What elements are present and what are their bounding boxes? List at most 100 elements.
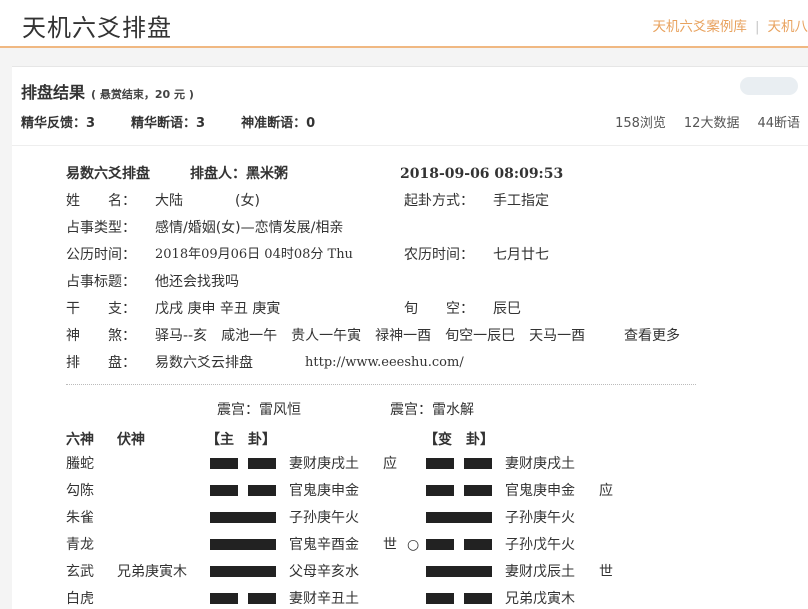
lunar-value: 七月廿七 [493,247,549,263]
col-fushen: 伏神 [117,429,145,449]
paipan-label: 排 盘： [66,355,136,371]
yin-line-right [464,485,492,496]
change-yao-text: 兄弟戊寅木 [505,591,575,607]
stat-feedback: 精华反馈：3 [21,116,95,131]
change-yao-bar [426,512,492,523]
change-yao-text: 子孙庚午火 [505,510,575,526]
name-label: 姓 名： [66,193,136,209]
result-title-text: 排盘结果 [21,83,85,102]
top-bar: 天机六爻排盘 天机六爻案例库 | 天机八 [0,0,808,48]
quality-stats: 精华反馈：3 精华断语：3 神准断语：0 [21,112,351,131]
yang-line [210,566,276,577]
main-yao-bar [210,485,276,496]
liushen-cell: 勾陈 [66,483,94,499]
change-yao-text: 妻财戊辰土 [505,564,575,580]
col-main-gua: 【主 卦】 [206,429,276,449]
yin-line-left [210,458,238,469]
shensha-more-link[interactable]: 查看更多 [624,328,680,344]
main-palace: 震宫：雷风恒 [217,402,301,418]
metric-comments[interactable]: 44断语 [757,116,800,131]
main-yao-bar [210,512,276,523]
stat-accurate: 神准断语：0 [241,116,315,131]
lunar-label: 农历时间： [404,247,474,263]
yang-line [426,512,492,523]
main-yao-text: 父母辛亥水 [289,564,359,580]
yin-line-left [426,539,454,550]
yin-line-right [248,458,276,469]
gender-value: (女) [235,193,260,209]
nav-separator: | [755,19,760,35]
main-yao-bar [210,458,276,469]
avatar[interactable] [740,77,798,95]
change-yao-bar [426,485,492,496]
result-title: 排盘结果 ( 悬赏结束，20 元 ) [21,79,194,103]
method-value: 手工指定 [493,193,549,209]
main-yao-text: 妻财庚戌土 [289,456,359,472]
method-label: 起卦方式： [404,193,474,209]
liushen-cell: 玄武 [66,564,94,580]
change-yao-bar [426,539,492,550]
main-yao-bar [210,539,276,550]
main-shi-ying: 世 [383,537,397,553]
site-title: 天机六爻排盘 [22,8,172,43]
liushen-cell: 白虎 [66,591,94,607]
yin-line-right [464,539,492,550]
main-yao-text: 子孙庚午火 [289,510,359,526]
topic-value: 感情/婚姻(女)—恋情发展/相亲 [155,220,343,236]
stat-essence: 精华断语：3 [131,116,205,131]
change-shi-ying: 世 [599,564,613,580]
yang-line [210,512,276,523]
yin-line-left [426,485,454,496]
yin-line-right [248,485,276,496]
ganzhi-value: 戊戌 庚申 辛丑 庚寅 [155,301,280,317]
name-value: 大陆 [155,193,183,209]
liushen-cell: 朱雀 [66,510,94,526]
yin-line-left [426,593,454,604]
change-yao-bar [426,458,492,469]
question-value: 他还会找我吗 [155,274,239,290]
solar-value: 2018年09月06日 04时08分 Thu [155,247,353,263]
yin-line-right [464,593,492,604]
col-liushen: 六神 [66,429,94,449]
ganzhi-label: 干 支： [66,301,136,317]
yin-line-left [210,485,238,496]
yin-line-left [210,593,238,604]
paipan-body: 易数六爻排盘 排盘人：黑米粥 2018-09-06 08:09:53 姓 名： … [12,146,808,609]
yang-line [210,539,276,550]
top-nav: 天机六爻案例库 | 天机八 [652,15,808,35]
paipan-datetime: 2018-09-06 08:09:53 [400,166,563,182]
shensha-label: 神 煞： [66,328,136,344]
change-yao-text: 妻财庚戌土 [505,456,575,472]
yin-line-right [248,593,276,604]
change-yao-bar [426,593,492,604]
main-yao-bar [210,566,276,577]
result-header: 排盘结果( 悬赏结束，20 元 ) 精华反馈：3精华断语：3神准断语：0 158… [12,67,808,146]
moving-mark: ○ [407,537,419,553]
paipan-author: 排盘人：黑米粥 [190,166,288,182]
main-yao-bar [210,593,276,604]
paipan-url-link[interactable]: http://www.eeeshu.com/ [305,355,464,371]
metric-bigdata[interactable]: 12大数据 [684,116,740,131]
change-palace: 震宫：雷水解 [390,402,474,418]
nav-case-library-link[interactable]: 天机六爻案例库 [652,19,747,35]
paipan-value: 易数六爻云排盘 [155,355,253,371]
main-yao-text: 官鬼庚申金 [289,483,359,499]
view-metrics: 158浏览12大数据44断语 [597,112,800,131]
question-label: 占事标题： [66,274,136,290]
solar-label: 公历时间： [66,247,136,263]
divider [66,384,696,385]
change-shi-ying: 应 [599,483,613,499]
main-shi-ying: 应 [383,456,397,472]
xunkong-value: 辰巳 [493,301,521,317]
fushen-cell: 兄弟庚寅木 [117,564,187,580]
change-yao-bar [426,566,492,577]
liushen-cell: 青龙 [66,537,94,553]
bounty-status: ( 悬赏结束，20 元 ) [91,88,194,101]
yin-line-left [426,458,454,469]
change-yao-text: 官鬼庚申金 [505,483,575,499]
paipan-app-name: 易数六爻排盘 [66,166,150,182]
nav-second-link[interactable]: 天机八 [768,19,808,35]
result-card: 排盘结果( 悬赏结束，20 元 ) 精华反馈：3精华断语：3神准断语：0 158… [12,66,808,609]
liushen-cell: 螣蛇 [66,456,94,472]
xunkong-label: 旬 空： [404,301,474,317]
